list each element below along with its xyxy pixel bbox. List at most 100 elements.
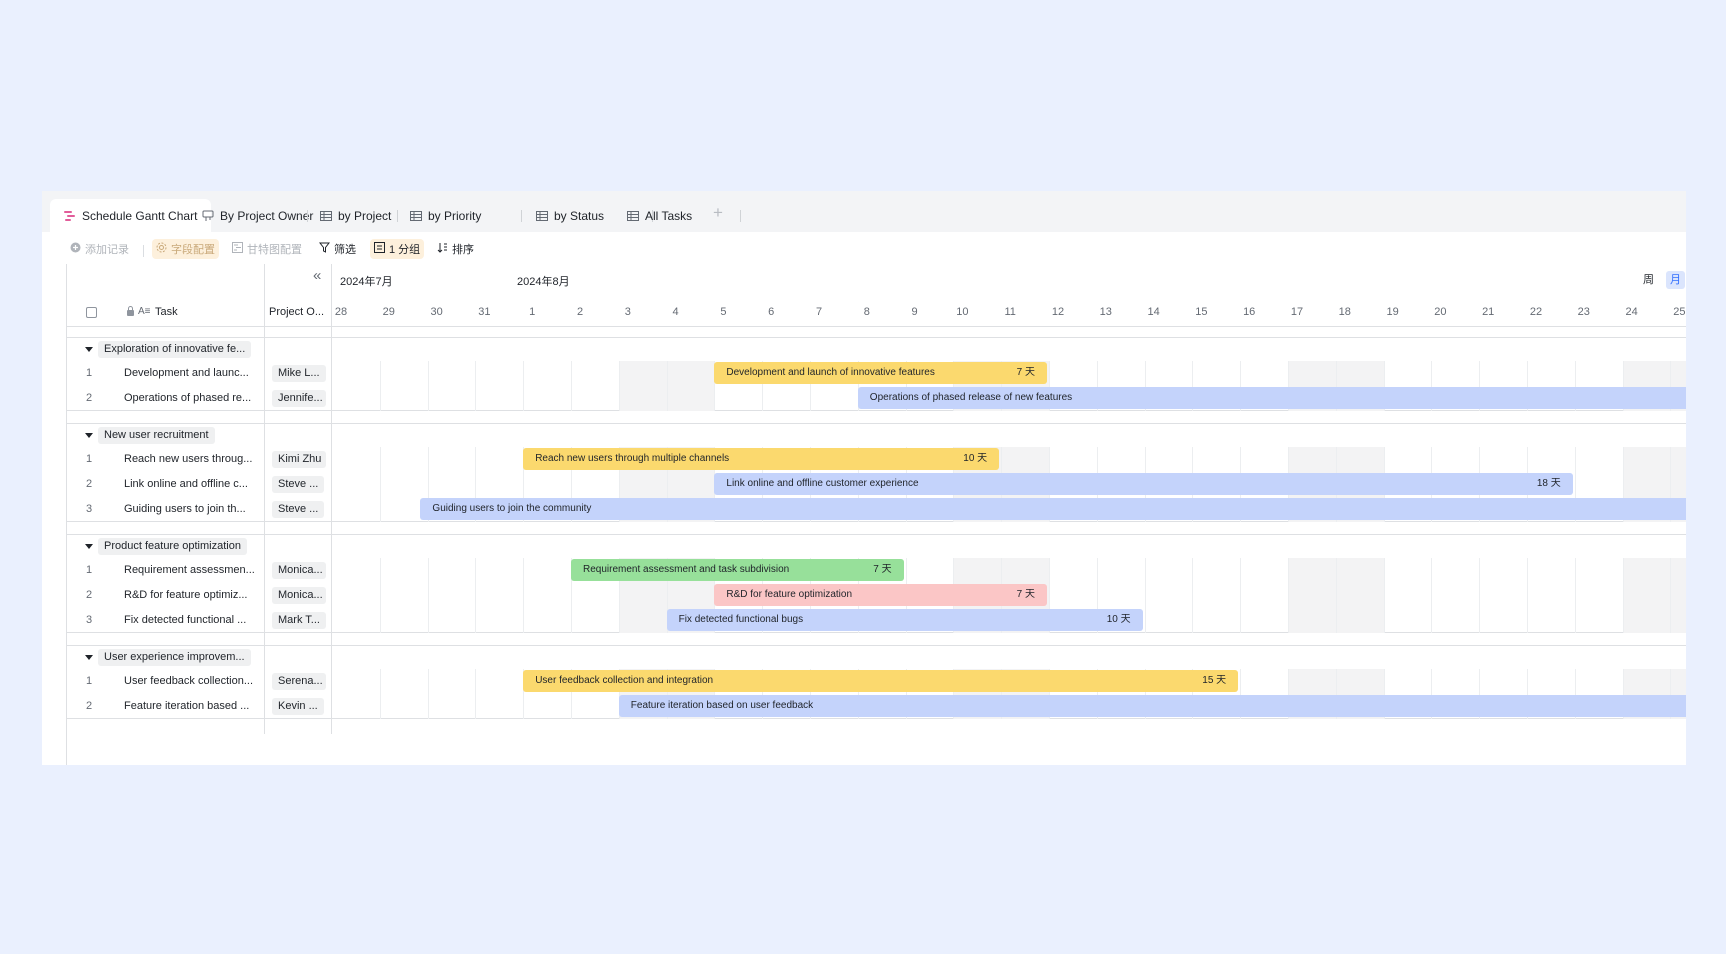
select-all-checkbox[interactable]	[86, 307, 97, 318]
day-gridline	[1622, 558, 1624, 633]
owner-chip[interactable]: Mark T...	[272, 612, 326, 629]
task-name-cell[interactable]: Link online and offline c...	[124, 478, 258, 490]
gantt-bar[interactable]: Feature iteration based on user feedback	[618, 695, 1686, 717]
gantt-bar[interactable]: Operations of phased release of new feat…	[857, 387, 1686, 409]
task-name-cell[interactable]: Reach new users throug...	[124, 453, 258, 465]
caret-down-icon[interactable]	[85, 347, 93, 352]
tab-by-priority[interactable]: by Priority	[410, 199, 481, 232]
day-label: 3	[624, 306, 631, 318]
task-name-cell[interactable]: Fix detected functional ...	[124, 614, 258, 626]
gantt-bar-label: Requirement assessment and task subdivis…	[583, 564, 790, 575]
day-gridline	[1192, 558, 1194, 633]
filter-button[interactable]: 筛选	[315, 239, 360, 259]
toolbar: 添加记录 字段配置 甘特图配置 筛选 1 分组 排序	[42, 232, 1686, 264]
plus-circle-icon	[70, 242, 81, 256]
gantt-bar[interactable]: Development and launch of innovative fea…	[714, 362, 1047, 384]
day-label: 19	[1386, 306, 1399, 318]
tab-by-status[interactable]: by Status	[536, 199, 604, 232]
group-button[interactable]: 1 分组	[370, 239, 425, 259]
day-label: 15	[1195, 306, 1208, 318]
tab-by-project[interactable]: by Project	[320, 199, 391, 232]
day-gridline	[618, 361, 620, 411]
tab-schedule-gantt-chart[interactable]: Schedule Gantt Chart	[50, 199, 212, 232]
gantt-bar[interactable]: R&D for feature optimization 7 天	[714, 584, 1047, 606]
tab-by-project-owner[interactable]: By Project Owner	[202, 199, 313, 232]
day-gridline	[1431, 558, 1433, 633]
gantt-bar[interactable]: Reach new users through multiple channel…	[523, 448, 1000, 470]
row-number: 2	[85, 700, 93, 712]
month-label-july: 2024年7月	[340, 276, 393, 288]
gantt-bar[interactable]: Guiding users to join the community	[420, 498, 1686, 520]
day-label: 4	[672, 306, 679, 318]
task-name-cell[interactable]: Feature iteration based ...	[124, 700, 258, 712]
tab-all-tasks[interactable]: All Tasks	[627, 199, 692, 232]
gear-icon	[156, 242, 167, 256]
owner-chip[interactable]: Kimi Zhu	[272, 451, 326, 468]
week-view-button[interactable]: 周	[1639, 271, 1658, 289]
gantt-bar[interactable]: User feedback collection and integration…	[523, 670, 1239, 692]
row-number: 1	[85, 564, 93, 576]
task-name-cell[interactable]: Requirement assessmen...	[124, 564, 258, 576]
day-label: 7	[815, 306, 823, 318]
owner-chip[interactable]: Kevin ...	[272, 698, 324, 715]
gantt-bar[interactable]: Requirement assessment and task subdivis…	[571, 559, 904, 581]
task-name-cell[interactable]: User feedback collection...	[124, 675, 258, 687]
tab-label: Schedule Gantt Chart	[82, 208, 198, 223]
weekend-shading	[1335, 558, 1384, 633]
day-label: 11	[1004, 306, 1016, 318]
owner-chip[interactable]: Serena...	[272, 673, 326, 690]
owner-chip[interactable]: Steve ...	[272, 501, 325, 518]
caret-down-icon[interactable]	[85, 433, 93, 438]
weekend-shading	[666, 361, 715, 411]
caret-down-icon[interactable]	[85, 544, 93, 549]
month-view-button[interactable]: 月	[1666, 271, 1685, 289]
group-name-chip[interactable]: User experience improvem...	[98, 649, 251, 666]
tab-label: All Tasks	[645, 208, 693, 223]
row-number: 2	[85, 478, 93, 490]
day-gridline	[1479, 558, 1481, 633]
task-name-cell[interactable]: Development and launc...	[124, 367, 258, 379]
add-record-button[interactable]: 添加记录	[66, 239, 133, 259]
day-label: 17	[1290, 306, 1304, 318]
field-config-button[interactable]: 字段配置	[152, 239, 219, 259]
sort-button[interactable]: 排序	[433, 239, 478, 259]
task-name-cell[interactable]: R&D for feature optimiz...	[124, 589, 258, 601]
task-column-header[interactable]: Task	[155, 306, 178, 318]
weekend-shading	[1288, 558, 1336, 633]
gantt-bar-label: Fix detected functional bugs	[678, 614, 804, 625]
task-name-cell[interactable]: Guiding users to join th...	[124, 503, 258, 515]
toolbar-divider	[143, 245, 144, 257]
grid-icon	[627, 210, 639, 222]
collapse-double-chevron-icon[interactable]: «	[313, 267, 321, 284]
owner-chip[interactable]: Monica...	[272, 562, 326, 579]
day-label: 30	[430, 306, 443, 318]
gantt-config-button[interactable]: 甘特图配置	[228, 239, 306, 259]
group-name-chip[interactable]: New user recruitment	[98, 427, 215, 444]
owner-column-header[interactable]: Project O...	[269, 306, 324, 318]
gantt-bar-label: Operations of phased release of new feat…	[869, 392, 1073, 403]
add-view-icon[interactable]: +	[713, 203, 723, 223]
timeline-pane: 2024年7月 2024年8月 周 月 28 29 30 31 1 2 3 4 5 6 7 8 9 10 1…	[332, 264, 1686, 765]
day-gridline	[427, 558, 429, 633]
group-name-chip[interactable]: Exploration of innovative fe...	[98, 341, 252, 358]
app-window: Schedule Gantt Chart By Project Owner by…	[42, 191, 1686, 765]
gantt-bar[interactable]: Link online and offline customer experie…	[714, 473, 1573, 495]
day-gridline	[427, 361, 429, 411]
gantt-bar[interactable]: Fix detected functional bugs 10 天	[666, 609, 1143, 631]
row-number: 2	[85, 589, 93, 601]
owner-chip[interactable]: Steve ...	[272, 476, 325, 493]
tab-label: by Status	[554, 208, 605, 223]
day-label: 23	[1577, 306, 1590, 318]
caret-down-icon[interactable]	[85, 655, 93, 660]
task-name-cell[interactable]: Operations of phased re...	[124, 392, 258, 404]
group-name-chip[interactable]: Product feature optimization	[98, 538, 247, 555]
owner-chip[interactable]: Jennife...	[272, 390, 326, 407]
day-label: 20	[1434, 306, 1447, 318]
tab-label: by Project	[338, 208, 392, 223]
filter-label: 筛选	[334, 244, 356, 256]
day-label: 6	[768, 306, 775, 318]
day-label: 1	[529, 306, 536, 318]
owner-chip[interactable]: Mike L...	[272, 365, 326, 382]
day-gridline	[1335, 558, 1337, 633]
owner-chip[interactable]: Monica...	[272, 587, 326, 604]
